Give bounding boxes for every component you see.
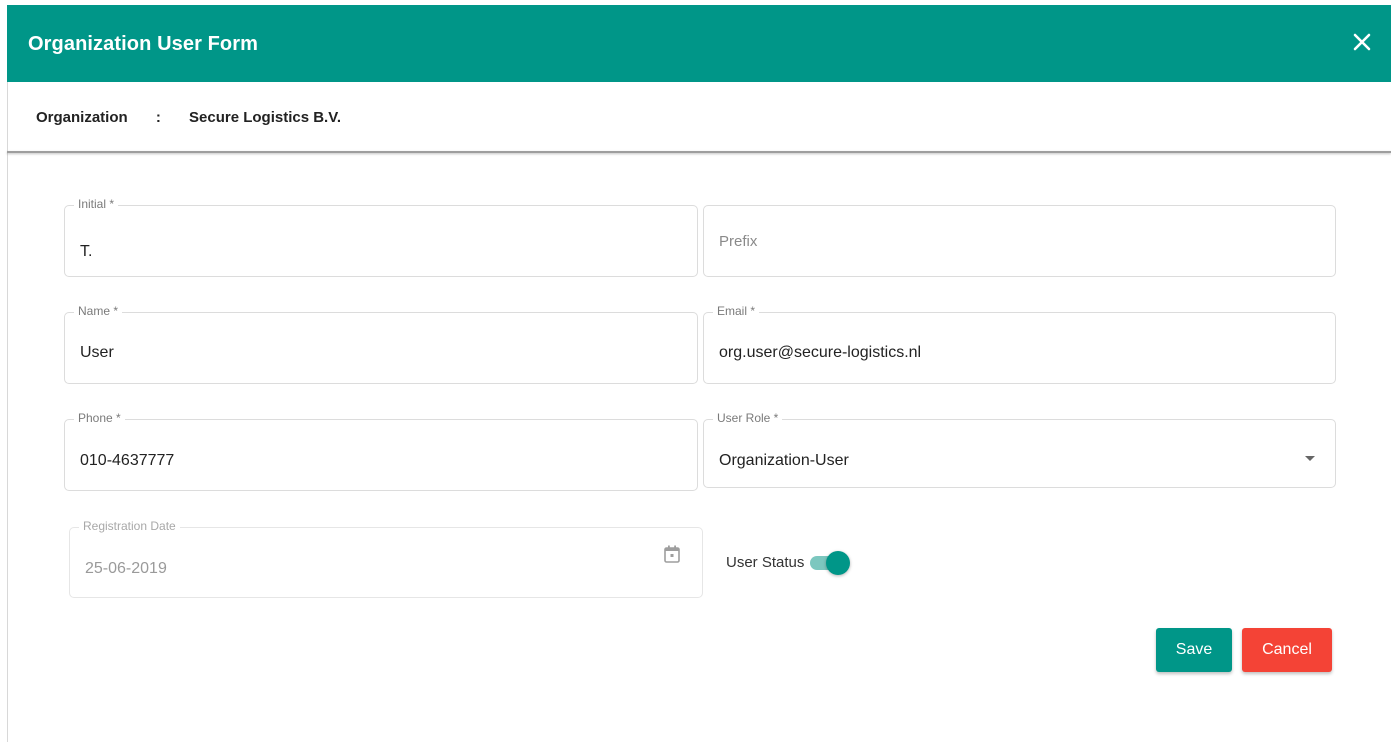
name-label: Name *: [74, 304, 123, 318]
calendar-icon: [664, 545, 680, 563]
registration-date-value: 25-06-2019: [85, 560, 167, 577]
initial-value[interactable]: T.: [80, 243, 92, 261]
phone-label: Phone *: [74, 411, 125, 425]
user-status-toggle[interactable]: [808, 550, 852, 575]
header-divider: [7, 151, 1391, 153]
registration-date-field: Registration Date 25-06-2019: [69, 519, 703, 598]
organization-value: Secure Logistics B.V.: [189, 109, 342, 126]
prefix-field[interactable]: Prefix: [703, 205, 1336, 277]
toggle-knob[interactable]: [826, 551, 851, 575]
email-field[interactable]: Email * org.user@secure-logistics.nl: [703, 304, 1336, 384]
user-role-label: User Role *: [713, 411, 783, 425]
user-status-label: User Status: [726, 553, 805, 571]
name-field[interactable]: Name * User: [64, 304, 698, 384]
phone-field[interactable]: Phone * 010-4637777: [64, 411, 698, 491]
registration-date-label: Registration Date: [79, 519, 180, 533]
dialog-title: Organization User Form: [28, 33, 259, 55]
email-value[interactable]: org.user@secure-logistics.nl: [719, 344, 921, 362]
prefix-placeholder[interactable]: Prefix: [719, 233, 757, 250]
organization-separator: :: [155, 109, 161, 126]
dialog-left-border: [7, 82, 8, 742]
user-role-select[interactable]: User Role * Organization-User: [703, 411, 1336, 488]
close-icon[interactable]: [1347, 27, 1377, 57]
initial-label: Initial *: [74, 197, 119, 211]
organization-label: Organization: [36, 109, 128, 126]
organization-row: Organization : Secure Logistics B.V.: [36, 109, 341, 126]
name-value[interactable]: User: [80, 344, 114, 362]
dialog-header: Organization User Form: [7, 5, 1391, 82]
email-label: Email *: [713, 304, 760, 318]
user-status: User Status: [726, 550, 852, 575]
phone-value[interactable]: 010-4637777: [80, 452, 174, 470]
cancel-button[interactable]: Cancel: [1242, 628, 1332, 672]
save-button[interactable]: Save: [1156, 628, 1232, 672]
initial-field[interactable]: Initial * T.: [64, 197, 698, 277]
chevron-down-icon[interactable]: [1305, 456, 1315, 461]
user-role-value[interactable]: Organization-User: [719, 452, 849, 470]
